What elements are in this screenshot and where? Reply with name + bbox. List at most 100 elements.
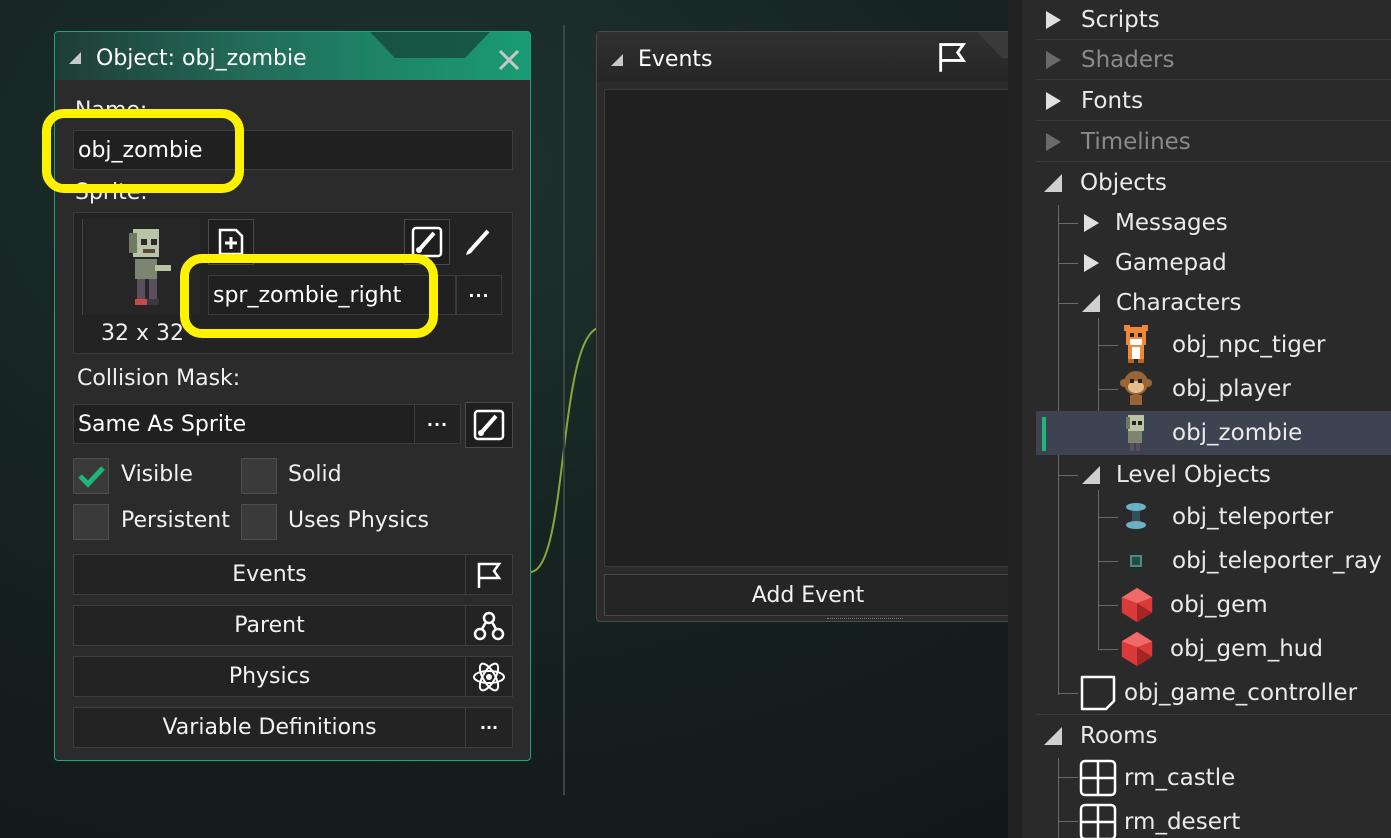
tree-item-obj-zombie[interactable]: obj_zombie (1118, 411, 1302, 455)
tree-folder-gamepad[interactable]: Gamepad (1084, 241, 1227, 285)
teleporter-ray-icon (1130, 555, 1142, 567)
expand-arrow-icon[interactable] (1084, 254, 1099, 272)
tree-folder-timelines[interactable]: Timelines (1036, 122, 1391, 162)
tree-folder-shaders[interactable]: Shaders (1036, 40, 1391, 80)
titlebar-notch-icon (370, 32, 490, 58)
atom-icon (465, 657, 512, 696)
tree-folder-messages[interactable]: Messages (1084, 201, 1228, 245)
tree-guide-line (1098, 389, 1118, 390)
tree-guide-line (1058, 758, 1059, 838)
tree-guide-line (1058, 263, 1078, 264)
brush-edit-icon (473, 409, 505, 441)
monkey-sprite-icon (1120, 371, 1152, 405)
collision-mask-field[interactable]: Same As Sprite (73, 404, 415, 444)
visible-label: Visible (121, 462, 193, 487)
flag-icon (939, 43, 967, 72)
resize-grip[interactable] (827, 618, 903, 621)
close-icon[interactable] (497, 48, 521, 72)
persistent-checkbox[interactable] (73, 504, 109, 540)
expand-arrow-icon[interactable] (1084, 214, 1099, 232)
tree-item-obj-teleporter[interactable]: obj_teleporter (1118, 495, 1333, 539)
add-event-button[interactable]: Add Event (604, 574, 1012, 616)
physics-button-label: Physics (228, 664, 311, 689)
gem-icon (1121, 631, 1153, 667)
events-window: Events Add Event (596, 31, 1017, 622)
object-window-titlebar[interactable]: Object: obj_zombie (55, 32, 530, 80)
flag-icon (465, 555, 512, 594)
tree-guide-line (1058, 223, 1078, 224)
paint-brush-button[interactable] (456, 219, 502, 265)
events-button[interactable]: Events (73, 554, 513, 595)
tree-guide-line (1058, 475, 1078, 476)
tree-guide-line (1098, 490, 1099, 650)
tree-item-rm-castle[interactable]: rm_castle (1078, 756, 1235, 800)
collapse-arrow-icon[interactable] (1082, 466, 1100, 484)
tree-guide-line (1098, 561, 1118, 562)
events-list[interactable] (604, 89, 1012, 567)
expand-arrow-icon[interactable] (1046, 132, 1061, 151)
more-dots-icon: ··· (465, 708, 512, 747)
object-window-title: Object: obj_zombie (96, 46, 307, 71)
tree-item-obj-teleporter-ray[interactable]: obj_teleporter_ray (1118, 539, 1382, 583)
tree-guide-line (1058, 693, 1078, 694)
collapse-arrow-icon[interactable] (1044, 727, 1062, 745)
collapse-arrow-icon[interactable] (1082, 294, 1100, 312)
collapse-arrow-icon[interactable] (1044, 174, 1062, 192)
tree-guide-line (1098, 345, 1118, 346)
window-divider (563, 25, 565, 795)
tree-item-obj-game-controller[interactable]: obj_game_controller (1078, 671, 1357, 715)
tree-item-obj-npc-tiger[interactable]: obj_npc_tiger (1118, 323, 1326, 367)
tree-folder-objects[interactable]: Objects (1036, 163, 1391, 203)
collision-mask-edit-button[interactable] (465, 402, 513, 448)
parent-button-label: Parent (234, 613, 305, 638)
resource-tree: Scripts Shaders Fonts Timelines Objects … (1008, 0, 1391, 838)
tree-guide-line (1058, 303, 1078, 304)
tree-folder-fonts[interactable]: Fonts (1036, 81, 1391, 121)
tree-folder-rooms[interactable]: Rooms (1036, 716, 1391, 756)
collision-mask-label: Collision Mask: (77, 366, 241, 391)
tiger-sprite-icon (1124, 325, 1148, 363)
zombie-sprite-icon (129, 229, 171, 305)
collapse-icon[interactable] (611, 54, 623, 66)
sprite-browse-button[interactable]: ··· (456, 275, 502, 315)
tree-guide-line (1098, 605, 1118, 606)
expand-arrow-icon[interactable] (1046, 50, 1061, 69)
variable-definitions-button[interactable]: Variable Definitions ··· (73, 707, 513, 748)
room-icon (1079, 803, 1117, 838)
collapse-icon[interactable] (69, 52, 81, 64)
selection-marker (1042, 417, 1046, 451)
expand-arrow-icon[interactable] (1046, 91, 1061, 110)
tree-folder-characters[interactable]: Characters (1082, 281, 1242, 325)
sprite-name-highlight (180, 254, 438, 338)
tree-guide-line (1098, 517, 1118, 518)
checkmark-icon (78, 466, 105, 488)
persistent-label: Persistent (121, 508, 230, 533)
uses-physics-checkbox[interactable] (241, 504, 277, 540)
events-window-titlebar[interactable]: Events (597, 32, 1017, 82)
visible-checkbox[interactable] (73, 458, 109, 494)
collision-mask-browse-button[interactable]: ··· (414, 404, 461, 444)
physics-button[interactable]: Physics (73, 656, 513, 697)
events-button-label: Events (232, 562, 307, 587)
events-window-title: Events (638, 47, 713, 72)
gem-icon (1121, 587, 1153, 623)
parent-button[interactable]: Parent (73, 605, 513, 646)
tree-guide-line (1058, 777, 1078, 778)
tree-item-obj-gem[interactable]: obj_gem (1118, 583, 1268, 627)
new-sprite-icon (218, 228, 244, 256)
tree-item-obj-gem-hud[interactable]: obj_gem_hud (1118, 627, 1323, 671)
solid-checkbox[interactable] (241, 458, 277, 494)
room-icon (1079, 759, 1117, 797)
tree-item-rm-desert[interactable]: rm_desert (1078, 800, 1240, 838)
tree-guide-line (1058, 821, 1078, 822)
tree-item-obj-player[interactable]: obj_player (1118, 367, 1291, 411)
tree-folder-scripts[interactable]: Scripts (1036, 0, 1391, 40)
sprite-size: 32 x 32 (101, 321, 184, 346)
uses-physics-label: Uses Physics (288, 508, 429, 533)
brush-icon (466, 229, 490, 255)
solid-label: Solid (288, 462, 342, 487)
name-highlight (42, 109, 244, 193)
tree-folder-level-objects[interactable]: Level Objects (1082, 453, 1271, 497)
variable-definitions-label: Variable Definitions (162, 715, 377, 740)
expand-arrow-icon[interactable] (1046, 10, 1061, 29)
